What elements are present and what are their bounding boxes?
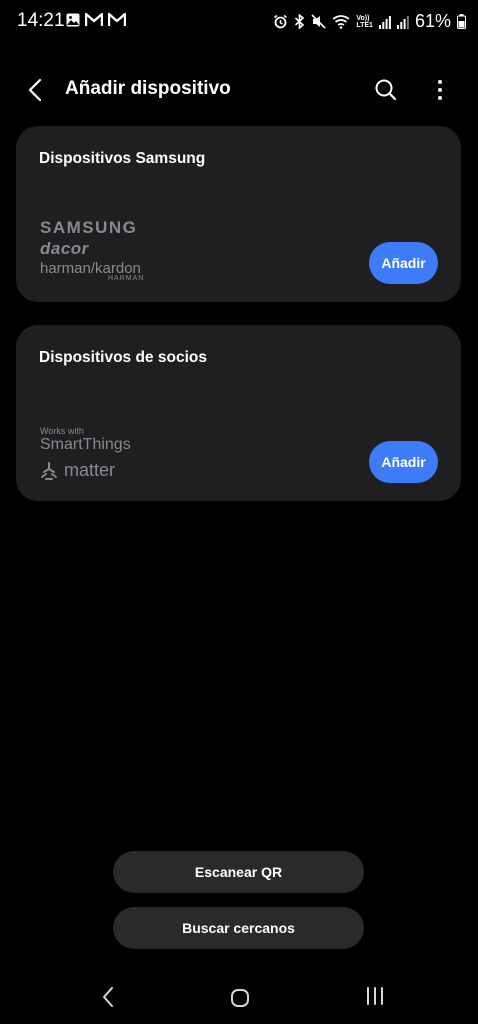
alarm-icon [274,14,288,29]
more-options-button[interactable] [428,76,452,104]
nav-recents-button[interactable] [365,986,385,1011]
bluetooth-icon [295,14,305,29]
back-button[interactable] [22,74,50,106]
wifi-icon [332,15,350,29]
samsung-devices-card: Dispositivos Samsung SAMSUNG dacor harma… [16,126,461,302]
status-right-icons: Vo)) LTE1 61% [273,11,466,32]
add-partner-device-button[interactable]: Añadir [369,441,438,483]
nav-home-icon [231,989,249,1007]
app-bar: Añadir dispositivo [0,62,478,118]
lte-label: LTE1 [356,21,373,29]
matter-logo: matter [40,460,131,481]
nav-home-button[interactable] [230,988,250,1013]
status-left-icons [66,13,126,27]
nav-back-button[interactable] [100,985,116,1014]
signal-icon [378,15,391,29]
matter-icon [41,461,57,480]
harman-sub-logo: HARMAN [108,275,145,282]
search-nearby-button[interactable]: Buscar cercanos [113,907,364,949]
matter-text: matter [64,460,116,480]
partner-devices-card: Dispositivos de socios Works with SmartT… [16,325,461,501]
works-with-label: Works with [40,426,84,436]
more-vertical-icon [438,80,442,100]
samsung-logo: SAMSUNG [40,218,138,237]
status-time: 14:21 [17,10,65,31]
dacor-logo: dacor [40,239,89,258]
nav-back-icon [103,987,113,1007]
battery-icon [457,14,466,29]
add-samsung-device-button[interactable]: Añadir [369,242,438,284]
smartthings-logo: SmartThings [40,436,131,453]
harman-kardon-logo: harman/kardon HARMAN [40,260,143,282]
volte-icon: Vo)) LTE1 [356,15,373,29]
card-title: Dispositivos de socios [39,349,207,366]
samsung-brand-logos: SAMSUNG dacor harman/kardon HARMAN [40,218,143,282]
battery-percent: 61% [414,11,451,31]
scan-qr-button[interactable]: Escanear QR [113,851,364,893]
gmail-icon [108,13,126,26]
gmail-icon [85,13,103,26]
search-button[interactable] [372,76,400,104]
search-icon [375,79,397,101]
signal-icon [396,15,409,29]
navigation-bar [0,975,478,1020]
volte-label: Vo)) [356,14,370,22]
gallery-icon [66,13,80,27]
page-title: Añadir dispositivo [65,78,231,99]
nav-recents-icon [367,987,383,1005]
card-title: Dispositivos Samsung [39,150,206,167]
mute-icon [311,14,326,29]
partner-brand-logos: Works with SmartThings matter [40,426,131,481]
status-bar: 14:21 Vo)) LTE1 61% [0,0,478,44]
chevron-left-icon [28,78,42,102]
